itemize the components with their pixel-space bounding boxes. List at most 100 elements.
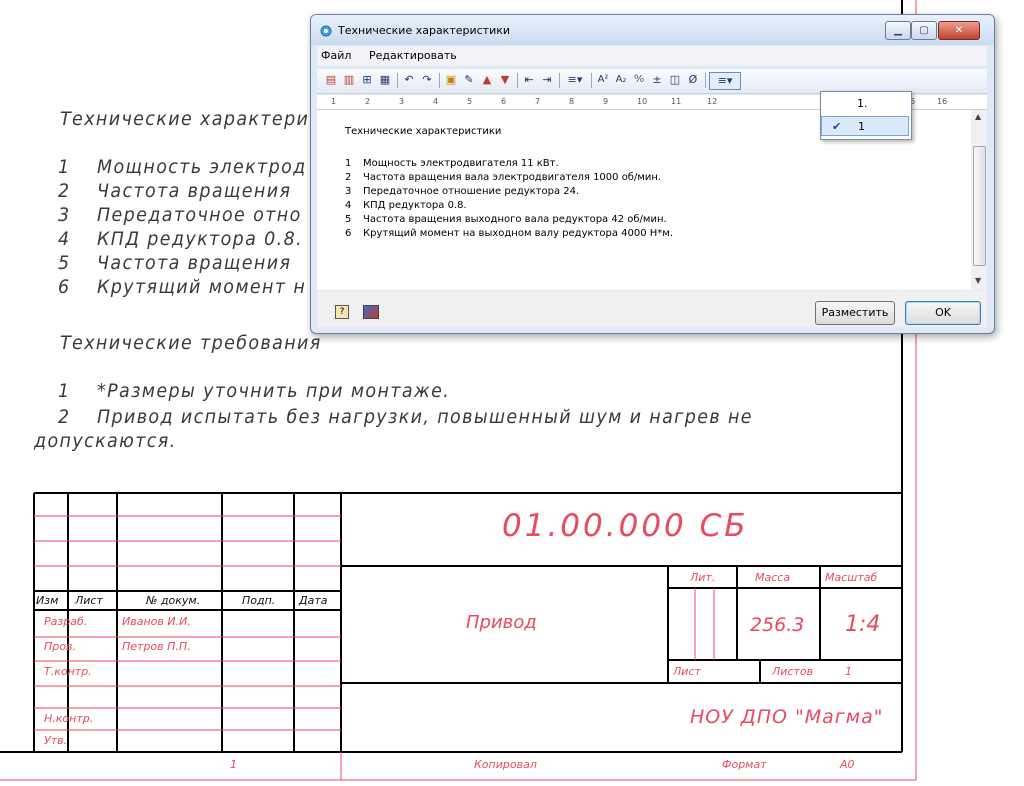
ruler-label: 9 xyxy=(603,97,609,106)
copied-label: Копировал xyxy=(474,758,537,771)
editor-line: Частота вращения вала электродвигателя 1… xyxy=(363,172,662,183)
numbering-option-label: 1 xyxy=(858,120,865,133)
sheets-label: Листов xyxy=(772,665,814,678)
fraction-icon[interactable]: ⁰⁄₀ xyxy=(631,72,647,88)
move-up-icon[interactable]: ▲ xyxy=(479,72,495,88)
editor-heading: Технические характеристики xyxy=(345,126,502,137)
editor-line: Мощность электродвигателя 11 кВт. xyxy=(363,158,559,169)
ruler-label: 11 xyxy=(671,97,682,106)
ruler-label: 8 xyxy=(569,97,575,106)
dialog-titlebar[interactable]: Технические характеристики ▁ ▢ ✕ xyxy=(311,15,994,45)
tech-char-num-4: 4 xyxy=(58,228,71,250)
scroll-thumb[interactable] xyxy=(973,146,986,266)
tech-req-num-1: 1 xyxy=(58,380,71,402)
role-razrab: Разраб. xyxy=(44,615,88,628)
check-icon: ✔ xyxy=(832,120,842,133)
redo-icon[interactable]: ↷ xyxy=(419,72,435,88)
tech-req-line-2: Привод испытать без нагрузки, повышенный… xyxy=(97,406,753,428)
tech-req-line-3: допускаются. xyxy=(34,430,177,452)
help-icon[interactable]: ? xyxy=(335,305,349,319)
toolbar-separator xyxy=(705,73,706,88)
menu-bar: Файл Редактировать xyxy=(317,46,987,66)
scroll-down-icon[interactable]: ▼ xyxy=(975,276,981,285)
menu-edit[interactable]: Редактировать xyxy=(369,49,457,62)
hdr-date: Дата xyxy=(299,594,328,607)
editor-line: Крутящий момент на выходном валу редукто… xyxy=(363,228,674,239)
numbering-dropdown-button[interactable]: ≡▾ xyxy=(709,72,741,90)
paste-icon[interactable]: ▣ xyxy=(443,72,459,88)
scale-label: Масштаб xyxy=(825,571,878,584)
ruler-label: 12 xyxy=(707,97,718,106)
editor-line-num: 1 xyxy=(345,158,352,169)
role-tkontr: Т.контр. xyxy=(44,665,92,678)
plus-minus-icon[interactable]: ± xyxy=(649,72,665,88)
tech-char-num-6: 6 xyxy=(58,276,71,298)
menu-file[interactable]: Файл xyxy=(321,49,351,62)
person-razrab: Иванов И.И. xyxy=(122,615,191,628)
role-prov: Пров. xyxy=(44,640,76,653)
numbering-option-dot[interactable]: 1. xyxy=(821,94,909,114)
organization: НОУ ДПО "Магма" xyxy=(690,706,884,728)
toolbar-separator xyxy=(439,73,440,88)
editor-line-num: 6 xyxy=(345,228,352,239)
product-name: Привод xyxy=(466,612,537,633)
ruler-label: 10 xyxy=(637,97,648,106)
role-utv: Утв. xyxy=(44,734,68,747)
tech-char-line-2: Частота вращения xyxy=(97,180,292,202)
ruler-label: 5 xyxy=(467,97,473,106)
editor-line-num: 4 xyxy=(345,200,352,211)
undo-icon[interactable]: ↶ xyxy=(401,72,417,88)
library-icon[interactable]: ▦ xyxy=(377,72,393,88)
editor-line: Частота вращения выходного вала редуктор… xyxy=(363,214,667,225)
subscript-icon[interactable]: A₂ xyxy=(613,72,629,88)
tech-char-num-2: 2 xyxy=(58,180,71,202)
indent-decrease-icon[interactable]: ⇤ xyxy=(521,72,537,88)
ruler-label: 1 xyxy=(331,97,337,106)
tech-char-line-6: Крутящий момент н xyxy=(97,276,307,298)
editor-line-num: 3 xyxy=(345,186,352,197)
diameter-icon[interactable]: Ø xyxy=(685,72,701,88)
sheets-value: 1 xyxy=(845,665,852,678)
toolbar-separator xyxy=(397,73,398,88)
tech-req-line-1: *Размеры уточнить при монтаже. xyxy=(97,380,451,402)
insert-row-icon[interactable]: ▥ xyxy=(341,72,357,88)
ruler-label: 6 xyxy=(501,97,507,106)
tech-char-line-4: КПД редуктора 0.8. xyxy=(97,228,304,250)
person-prov: Петров П.П. xyxy=(122,640,191,653)
maximize-button[interactable]: ▢ xyxy=(911,21,937,40)
scale-value: 1:4 xyxy=(845,612,881,637)
format-label: Формат xyxy=(722,758,767,771)
numbering-option-label: 1. xyxy=(857,97,868,110)
designation-code: 01.00.000 СБ xyxy=(502,508,749,544)
indent-increase-icon[interactable]: ⇥ xyxy=(539,72,555,88)
toolbar-separator xyxy=(559,73,560,88)
vertical-scrollbar[interactable]: ▲ ▼ xyxy=(971,110,987,290)
insert-table-icon[interactable]: ▤ xyxy=(323,72,339,88)
dialog-title: Технические характеристики xyxy=(338,24,511,37)
symbol-icon[interactable]: ◫ xyxy=(667,72,683,88)
line-spacing-icon[interactable]: ≡▾ xyxy=(563,72,587,88)
ok-button[interactable]: OK xyxy=(905,301,981,325)
tech-char-num-1: 1 xyxy=(58,156,71,178)
insert-special-icon[interactable]: ⊞ xyxy=(359,72,375,88)
editor-line: КПД редуктора 0.8. xyxy=(363,200,467,211)
toolbar-separator xyxy=(517,73,518,88)
superscript-icon[interactable]: A² xyxy=(595,72,611,88)
editor-line: Передаточное отношение редуктора 24. xyxy=(363,186,580,197)
toolbar-separator xyxy=(591,73,592,88)
tech-char-heading: Технические характери xyxy=(60,108,310,130)
scroll-up-icon[interactable]: ▲ xyxy=(975,112,981,121)
ruler-label: 16 xyxy=(937,97,948,106)
move-down-icon[interactable]: ▼ xyxy=(497,72,513,88)
minimize-button[interactable]: ▁ xyxy=(885,21,911,40)
edit-icon[interactable]: ✎ xyxy=(461,72,477,88)
tech-req-num-2: 2 xyxy=(58,406,71,428)
ruler-label: 7 xyxy=(535,97,541,106)
place-button[interactable]: Разместить xyxy=(815,301,895,325)
image-icon[interactable] xyxy=(363,305,379,319)
close-button[interactable]: ✕ xyxy=(938,21,980,40)
editor-line-num: 2 xyxy=(345,172,352,183)
ruler-label: 4 xyxy=(433,97,439,106)
hdr-doc: № докум. xyxy=(146,594,201,607)
numbering-option-plain[interactable]: ✔ 1 xyxy=(821,116,909,136)
